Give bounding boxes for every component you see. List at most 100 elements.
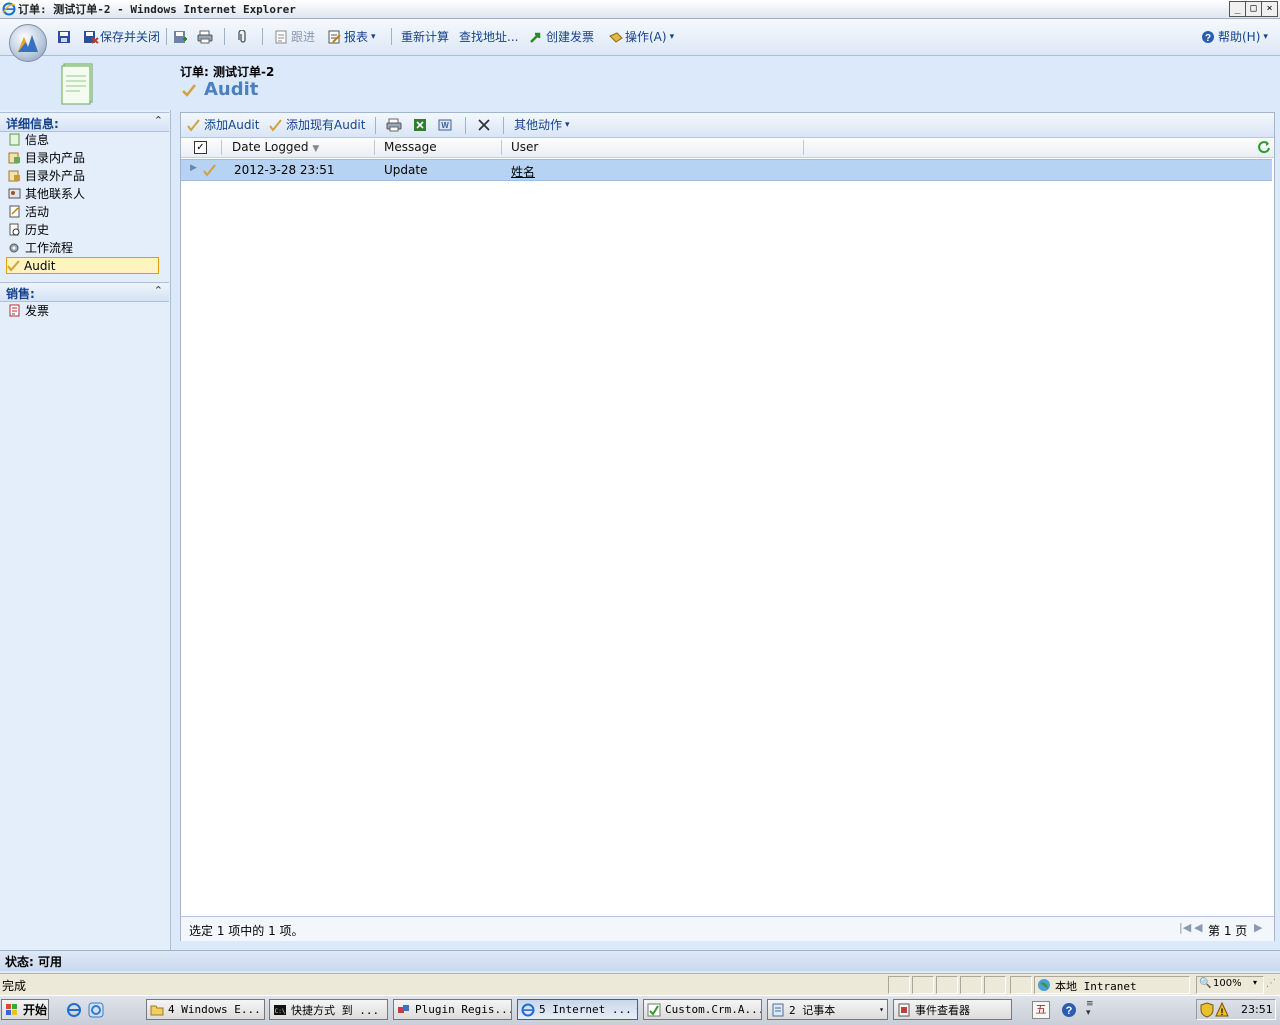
status-pane — [984, 976, 1006, 994]
delete-button[interactable] — [477, 116, 491, 134]
nav-item-info[interactable]: 信息 — [8, 131, 158, 148]
taskbar-item-active[interactable]: 5 Internet ... ▾ — [517, 999, 638, 1020]
internet-explorer-icon — [2, 2, 16, 16]
expand-row-icon[interactable]: ▶ — [190, 163, 197, 173]
resize-grip-icon[interactable]: ⋰ — [1266, 978, 1276, 989]
nav-item-history[interactable]: 历史 — [8, 221, 158, 238]
workflow-gear-icon — [8, 241, 21, 254]
toolbar-separator — [262, 28, 263, 45]
audit-add-existing-icon — [269, 118, 283, 132]
cell-date-logged: 2012-3-28 23:51 — [234, 163, 335, 177]
table-row[interactable]: ▶ 2012-3-28 23:51 Update 姓名 — [181, 159, 1272, 181]
start-button[interactable]: 开始 — [1, 999, 49, 1020]
lookup-address-button[interactable]: 查找地址... — [459, 28, 518, 46]
invoice-icon — [8, 304, 21, 317]
nav-item-audit[interactable]: Audit — [6, 257, 159, 274]
nav-item-label: 工作流程 — [25, 239, 73, 256]
audit-grid: 添加Audit 添加现有Audit W 其他动作 ▾ ✓ Date Logged — [180, 112, 1275, 941]
internet-explorer-icon — [521, 1003, 535, 1017]
mail-merge-button[interactable]: W — [438, 116, 452, 134]
previous-page-icon[interactable]: ◀ — [1194, 921, 1202, 934]
add-new-audit-button[interactable]: 添加Audit — [187, 116, 259, 134]
export-excel-button[interactable] — [413, 116, 427, 134]
toolbar-separator — [166, 28, 167, 45]
save-button[interactable] — [57, 28, 71, 46]
quicklaunch-ie-icon[interactable] — [66, 1002, 82, 1018]
reports-icon — [327, 30, 341, 44]
recalculate-button[interactable]: 重新计算 — [401, 28, 449, 46]
taskbar-item[interactable]: Custom.Crm.A... — [643, 999, 762, 1020]
warning-icon[interactable]: ! — [1215, 1002, 1229, 1018]
taskbar-item-label: 快捷方式 到 ... — [291, 1002, 379, 1018]
column-header-user[interactable]: User — [511, 140, 538, 154]
language-bar-icon[interactable]: ≡▾ — [1086, 1000, 1094, 1018]
print-button[interactable] — [197, 28, 211, 46]
activity-icon — [8, 205, 21, 218]
nav-item-workflows[interactable]: 工作流程 — [8, 239, 158, 256]
add-new-audit-label: 添加Audit — [204, 116, 259, 134]
zoom-icon: 🔍 — [1199, 978, 1211, 989]
shield-icon[interactable] — [1200, 1002, 1214, 1018]
actions-menu[interactable]: 操作(A) ▾ — [608, 28, 674, 46]
nav-item-activities[interactable]: 活动 — [8, 203, 158, 220]
save-and-close-button[interactable]: 保存并关闭 — [83, 28, 160, 46]
status-pane — [1010, 976, 1032, 994]
security-zone[interactable]: 本地 Intranet — [1034, 976, 1190, 994]
save-and-close-label: 保存并关闭 — [100, 28, 160, 46]
nav-item-other-contacts[interactable]: 其他联系人 — [8, 185, 158, 202]
printer-icon — [197, 30, 211, 44]
select-all-checkbox[interactable]: ✓ — [194, 141, 207, 154]
nav-item-label: 活动 — [25, 203, 49, 220]
order-document-icon — [60, 62, 94, 106]
quicklaunch-ie-alt-icon[interactable] — [88, 1002, 104, 1018]
svg-text:C:\: C:\ — [275, 1008, 286, 1015]
column-divider — [501, 140, 502, 155]
nav-item-label: 目录外产品 — [25, 167, 85, 184]
nav-item-write-in-products[interactable]: 目录外产品 — [8, 167, 158, 184]
mail-merge-icon: W — [438, 118, 452, 132]
reports-menu[interactable]: 报表 ▾ — [327, 28, 376, 46]
taskbar-item[interactable]: 4 Windows E... ▾ — [146, 999, 265, 1020]
nav-item-existing-products[interactable]: 目录内产品 — [8, 149, 158, 166]
minimize-button[interactable]: _ — [1229, 1, 1246, 17]
help-icon: ? — [1201, 30, 1215, 44]
grid-print-button[interactable] — [386, 116, 400, 134]
sales-section-header[interactable]: 销售: ⌃ — [0, 282, 169, 302]
audit-checkmark-icon — [181, 82, 197, 98]
input-method-icon[interactable]: 五 — [1032, 1001, 1050, 1019]
follow-up-button[interactable]: 跟进 — [274, 28, 315, 46]
help-tray-icon[interactable]: ? — [1061, 1002, 1077, 1018]
column-header-date-logged[interactable]: Date Logged ▼ — [232, 140, 319, 154]
crm-app-icon — [647, 1003, 661, 1017]
details-section-header[interactable]: 详细信息: ⌃ — [0, 112, 169, 132]
close-window-button[interactable]: × — [1261, 1, 1278, 17]
more-actions-menu[interactable]: 其他动作 ▾ — [514, 116, 570, 134]
refresh-icon[interactable] — [1257, 140, 1271, 154]
save-as-new-button[interactable] — [173, 28, 187, 46]
create-invoice-button[interactable]: 创建发票 — [529, 28, 594, 46]
collapse-icon: ⌃ — [154, 114, 163, 127]
attach-button[interactable] — [237, 28, 251, 46]
clock: 23:51 — [1241, 1003, 1273, 1016]
column-header-message[interactable]: Message — [384, 140, 437, 154]
nav-item-invoices[interactable]: 发票 — [8, 302, 158, 319]
zoom-level[interactable]: 🔍 100% ▾ — [1196, 976, 1264, 994]
taskbar-item-label: Plugin Regis... — [415, 1003, 512, 1016]
help-menu[interactable]: ? 帮助(H) ▾ — [1201, 28, 1268, 46]
window-titlebar: 订单: 测试订单-2 - Windows Internet Explorer _… — [0, 0, 1280, 19]
first-page-icon[interactable]: |◀ — [1179, 921, 1191, 934]
taskbar-item[interactable]: 2 记事本 ▾ — [767, 999, 888, 1020]
maximize-button[interactable]: □ — [1245, 1, 1262, 17]
toolbar-separator — [465, 117, 466, 134]
taskbar-item[interactable]: 事件查看器 — [893, 999, 1012, 1020]
status-pane — [936, 976, 958, 994]
product-icon — [8, 151, 21, 164]
add-existing-audit-button[interactable]: 添加现有Audit — [269, 116, 365, 134]
next-page-icon[interactable]: ▶ — [1254, 921, 1262, 934]
chevron-down-icon: ▾ — [565, 116, 570, 134]
browser-status-bar: 完成 本地 Intranet 🔍 100% ▾ ⋰ — [0, 973, 1280, 995]
help-label: 帮助(H) — [1218, 28, 1260, 46]
taskbar-item[interactable]: C:\ 快捷方式 到 ... — [269, 999, 388, 1020]
taskbar-item[interactable]: Plugin Regis... — [393, 999, 512, 1020]
cell-user-link[interactable]: 姓名 — [511, 163, 535, 180]
